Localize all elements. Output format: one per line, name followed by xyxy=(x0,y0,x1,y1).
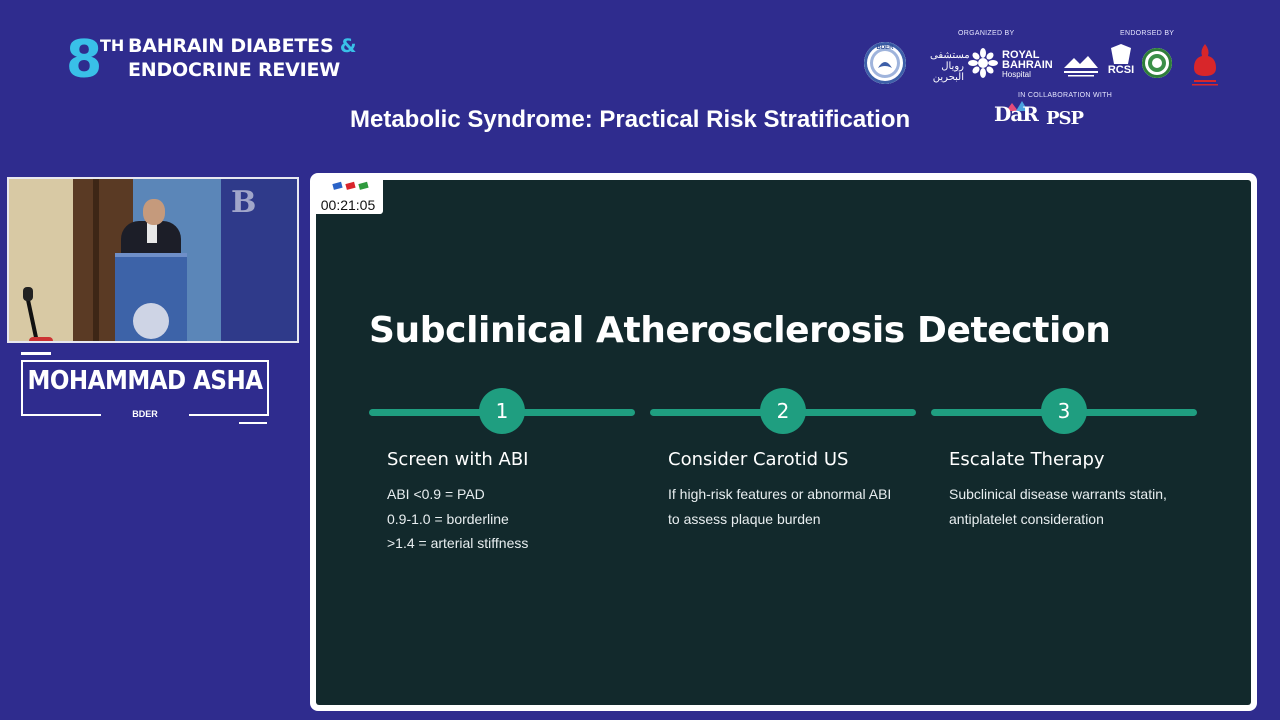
session-title: Metabolic Syndrome: Practical Risk Strat… xyxy=(350,106,911,133)
step-3-heading: Escalate Therapy xyxy=(949,449,1105,470)
step-2-circle: 2 xyxy=(760,388,806,434)
event-name-line2: ENDOCRINE REVIEW xyxy=(128,59,341,81)
rcsi-logo: RCSI xyxy=(1106,44,1136,84)
flags-icon xyxy=(332,181,369,190)
organized-by-label: ORGANIZED BY xyxy=(958,30,1015,37)
event-number: 8 xyxy=(66,30,103,90)
speaker-nametag: MOHAMMAD ASHA BDER xyxy=(21,352,269,424)
session-timer: 00:21:05 xyxy=(313,176,383,214)
collaboration-label: IN COLLABORATION WITH xyxy=(1018,92,1113,99)
presentation-slide xyxy=(316,180,1251,705)
step-3-details: Subclinical disease warrants statin, ant… xyxy=(949,486,1167,527)
bder-seal-logo: BDER xyxy=(864,42,906,84)
royal-bahrain-arabic: مستشفى رويال البحرين xyxy=(930,50,970,83)
speaker-video: B xyxy=(7,177,299,343)
endorsed-by-label: ENDORSED BY xyxy=(1120,30,1175,37)
step-1-heading: Screen with ABI xyxy=(387,449,529,470)
royal-bahrain-logo-text: ROYAL BAHRAIN Hospital xyxy=(1002,49,1053,80)
speaker-organization: BDER xyxy=(132,409,158,419)
step-1-details: ABI <0.9 = PAD 0.9-1.0 = borderline >1.4… xyxy=(387,486,529,551)
event-name-line1: BAHRAIN DIABETES & xyxy=(128,35,357,57)
slide-title: Subclinical Atherosclerosis Detection xyxy=(369,310,1111,351)
event-number-suffix: TH xyxy=(100,36,125,55)
speaker-name: MOHAMMAD ASHA xyxy=(27,366,263,396)
timer-value: 00:21:05 xyxy=(320,197,376,213)
dar-logo: DaR xyxy=(994,102,1039,126)
step-1-circle: 1 xyxy=(479,388,525,434)
bder-seal-icon xyxy=(878,62,892,68)
step-3-circle: 3 xyxy=(1041,388,1087,434)
royal-bahrain-star-icon xyxy=(968,48,998,78)
step-2-details: If high-risk features or abnormal ABI to… xyxy=(668,486,892,527)
event-logo: 8 TH BAHRAIN DIABETES & ENDOCRINE REVIEW xyxy=(66,32,366,92)
rcsi-crest-icon xyxy=(1111,44,1131,64)
endorser-red-emblem-logo xyxy=(1192,44,1218,86)
psp-logo: PSP xyxy=(1046,108,1084,129)
step-2-heading: Consider Carotid US xyxy=(668,449,849,470)
bahrain-diabetes-society-logo xyxy=(1064,56,1098,77)
endorser-green-seal-logo xyxy=(1142,48,1172,78)
